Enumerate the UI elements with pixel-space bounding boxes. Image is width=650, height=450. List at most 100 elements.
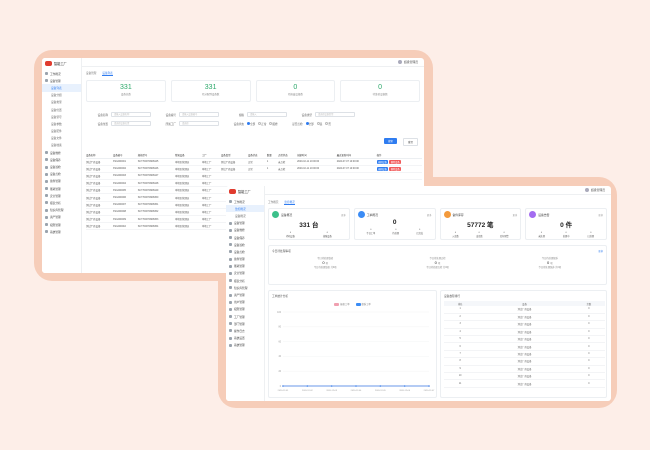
data-point[interactable] [355, 385, 357, 387]
check-radio-option[interactable]: 全部 [305, 121, 314, 126]
rank-row[interactable]: 5 测试厂商设备 0 [444, 335, 605, 344]
data-point[interactable] [282, 385, 284, 387]
sidebar-item-3[interactable]: 设备分组 [42, 92, 81, 99]
status-radio-option[interactable]: 正常 [258, 121, 266, 126]
sidebar-item-5[interactable]: 设备位置 [42, 106, 81, 113]
data-point[interactable] [428, 385, 430, 387]
sidebar-item-21[interactable]: 权限管理 [42, 221, 81, 228]
sidebar-item-10[interactable]: 安全管理 [226, 270, 264, 277]
filter-input[interactable]: 请输入设备名称 [111, 112, 151, 117]
sidebar-item-7[interactable]: 设备参数 [42, 120, 81, 127]
sidebar-item-0[interactable]: 工作概况 [42, 70, 81, 77]
sidebar-item-15[interactable]: 备件管理 [42, 178, 81, 185]
sidebar-item-4[interactable]: 设备维修 [226, 227, 264, 234]
filter-input[interactable]: 请输入 [247, 112, 287, 117]
check-radio-option[interactable]: 否 [325, 121, 331, 126]
sidebar-item-15[interactable]: 权限管理 [226, 306, 264, 313]
crumb-current[interactable]: 设备列表 [102, 71, 113, 76]
filter-input[interactable]: 请输入设备编号 [179, 112, 219, 117]
sidebar-item-13[interactable]: 资产管理 [226, 291, 264, 298]
sidebar-item-17[interactable]: 安全管理 [42, 192, 81, 199]
rank-row[interactable]: 9 测试厂商设备 0 [444, 365, 605, 374]
sidebar-item-16[interactable]: 能耗管理 [42, 185, 81, 192]
filter-input[interactable]: 请选择 [179, 121, 219, 126]
rank-row[interactable]: 8 测试厂商设备 0 [444, 357, 605, 366]
kpi-more-link[interactable]: 更多 [598, 213, 603, 217]
rank-row[interactable]: 4 测试厂商设备 0 [444, 328, 605, 337]
sidebar-item-0[interactable]: 工作概况 [226, 198, 264, 205]
sidebar-item-9[interactable]: 能耗管理 [226, 263, 264, 270]
edit-button[interactable]: 编辑设备 [376, 159, 389, 164]
sidebar-item-12[interactable]: 设备保养 [42, 156, 81, 163]
rank-row[interactable]: 3 测试厂商设备 0 [444, 320, 605, 329]
kpi-more-link[interactable]: 更多 [427, 213, 432, 217]
rank-row[interactable]: 6 测试厂商设备 0 [444, 342, 605, 351]
edit-button[interactable]: 编辑设备 [376, 166, 389, 171]
table-row[interactable]: 测试厂商设备 XSG000002 SC7700070908446 本地区管理员 本地工厂… [86, 165, 422, 173]
sidebar-item-17[interactable]: 部门管理 [226, 320, 264, 327]
sidebar-item-3[interactable]: 设备管理 [226, 220, 264, 227]
sidebar-item-9[interactable]: 设备文件 [42, 135, 81, 142]
rank-row[interactable]: 1 测试厂商设备 0 [444, 306, 605, 314]
table-row[interactable]: 测试厂商设备 XSG000001 SC7700070908445 本地区管理员 本地工厂… [86, 158, 422, 166]
crumb-parent[interactable]: 设备管理 [86, 71, 96, 76]
data-point[interactable] [403, 385, 406, 387]
delete-button[interactable]: 删除设备 [389, 159, 402, 164]
sidebar-item-5[interactable]: 设备保养 [226, 234, 264, 241]
avatar[interactable] [585, 188, 589, 192]
check-radio-option[interactable]: 是 [316, 121, 322, 126]
sidebar-item-20[interactable]: 系统管理 [226, 342, 264, 349]
sidebar-item-14[interactable]: 用户管理 [226, 299, 264, 306]
todo-item[interactable]: 今日待处理点检 0 项今日待处理点检 共0项 [426, 256, 449, 269]
todo-item[interactable]: 今日待处理保养 0 项今日待处理保养 共0项 [539, 256, 562, 269]
sidebar-item-13[interactable]: 设备巡检 [42, 163, 81, 170]
user-name[interactable]: 超级管理员 [404, 60, 418, 64]
sidebar-item-18[interactable]: 操作日志 [226, 327, 264, 334]
sidebar-item-2[interactable]: 设备列表 [42, 84, 81, 92]
sidebar-item-10[interactable]: 设备档案 [42, 142, 81, 149]
sidebar-item-6[interactable]: 设备巡检 [226, 241, 264, 248]
sidebar-item-4[interactable]: 设备类型 [42, 99, 81, 106]
sidebar-item-1[interactable]: 监控概况 [226, 205, 264, 213]
sidebar-item-label: 设备管理 [50, 79, 61, 83]
sidebar-item-11[interactable]: 设备维修 [42, 149, 81, 156]
todo-more-link[interactable]: 更多 [598, 249, 603, 253]
rank-row[interactable]: 10 测试厂商设备 0 [444, 372, 605, 381]
todo-item[interactable]: 今日待处理维修 0 项今日待处理维修 共0项 [314, 256, 337, 269]
sidebar-item-18[interactable]: 报表分析 [42, 199, 81, 206]
rank-row[interactable]: 2 测试厂商设备 0 [444, 313, 605, 322]
rank-row[interactable]: 7 测试厂商设备 0 [444, 350, 605, 359]
reset-button[interactable]: 重置 [403, 138, 419, 146]
filter-input[interactable]: 请选择设备位置 [111, 121, 151, 126]
user-name[interactable]: 超级管理员 [591, 188, 605, 192]
sidebar-item-19[interactable]: 系统设置 [226, 335, 264, 342]
sidebar-item-2[interactable]: 设备概况 [226, 212, 264, 219]
kpi-more-link[interactable]: 更多 [341, 213, 346, 217]
sidebar-item-11[interactable]: 报表分析 [226, 277, 264, 284]
sidebar-item-16[interactable]: 工厂管理 [226, 313, 264, 320]
status-radio-option[interactable]: 全部 [247, 121, 255, 126]
crumb-current[interactable]: 监控概况 [284, 200, 295, 205]
table-row[interactable]: 测试厂商设备 XSG000003 SC7700070908447 本地区管理员 本地工厂 [86, 172, 422, 181]
sidebar-item-6[interactable]: 设备型号 [42, 113, 81, 120]
sidebar-item-22[interactable]: 系统管理 [42, 228, 81, 235]
kpi-more-link[interactable]: 更多 [513, 213, 518, 217]
crumb-parent[interactable]: 工作概况 [268, 200, 278, 205]
sidebar-item-1[interactable]: 设备管理 [42, 77, 81, 84]
rank-row[interactable]: 11 测试厂商设备 0 [444, 379, 605, 388]
data-point[interactable] [330, 385, 333, 387]
sidebar-item-12[interactable]: 知识库管理 [226, 284, 264, 291]
data-point[interactable] [379, 385, 382, 387]
sidebar-item-14[interactable]: 设备点检 [42, 171, 81, 178]
avatar[interactable] [398, 60, 402, 64]
sidebar-item-7[interactable]: 设备点检 [226, 248, 264, 255]
search-button[interactable]: 搜索 [384, 138, 398, 144]
sidebar-item-20[interactable]: 资产管理 [42, 214, 81, 221]
data-point[interactable] [306, 385, 309, 387]
filter-input[interactable]: 请选择设备类型 [315, 112, 355, 117]
delete-button[interactable]: 删除设备 [389, 166, 402, 171]
status-radio-option[interactable]: 报修 [269, 121, 278, 126]
sidebar-item-8[interactable]: 设备配件 [42, 128, 81, 135]
sidebar-item-8[interactable]: 备件管理 [226, 256, 264, 263]
sidebar-item-19[interactable]: 知识库管理 [42, 207, 81, 214]
